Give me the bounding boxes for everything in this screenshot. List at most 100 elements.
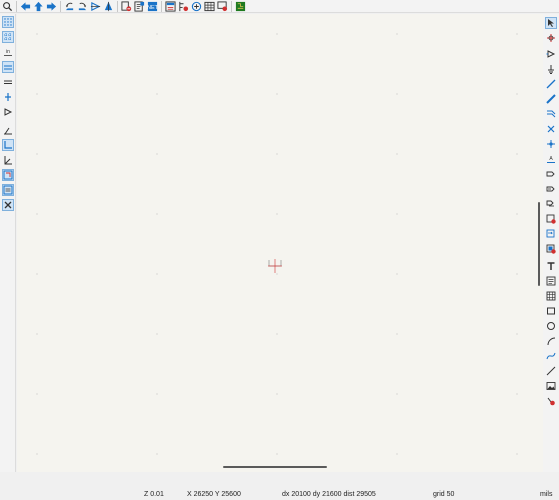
grid-dot bbox=[396, 33, 398, 35]
grid-dot bbox=[156, 273, 158, 275]
grid-dot bbox=[516, 393, 518, 395]
zoom-icon[interactable] bbox=[1, 0, 13, 12]
horizontal-scrollbar[interactable] bbox=[17, 466, 543, 472]
simulator-icon[interactable] bbox=[216, 0, 228, 12]
top-toolbar: NET bbox=[0, 0, 559, 13]
add-bus-icon[interactable] bbox=[545, 93, 557, 105]
delta-readout: dx 20100 dy 21600 dist 29505 bbox=[282, 491, 376, 498]
toolbar-separator bbox=[16, 0, 17, 12]
up-arrow-icon[interactable] bbox=[32, 0, 44, 12]
highlight-net-icon[interactable] bbox=[545, 32, 557, 44]
image-icon[interactable] bbox=[545, 380, 557, 392]
zoom-readout: Z 0.01 bbox=[144, 491, 164, 498]
grid-dot bbox=[516, 213, 518, 215]
hier-label-icon[interactable] bbox=[545, 183, 557, 195]
hidden-pins-icon[interactable] bbox=[2, 106, 14, 118]
toolbar-separator bbox=[161, 0, 162, 12]
toolbar-separator bbox=[60, 0, 61, 12]
add-wire-icon[interactable] bbox=[545, 78, 557, 90]
pin-icon[interactable] bbox=[2, 91, 14, 103]
grid-dot bbox=[276, 213, 278, 215]
grid-dot bbox=[396, 393, 398, 395]
annotate-icon[interactable] bbox=[120, 0, 132, 12]
vertical-scrollbar-thumb[interactable] bbox=[538, 202, 540, 286]
status-bar: Z 0.01 X 26250 Y 25600 dx 20100 dy 21600… bbox=[0, 490, 559, 500]
horizontal-scrollbar-thumb[interactable] bbox=[223, 466, 327, 468]
netlist-icon[interactable]: NET bbox=[146, 0, 158, 12]
hierarchy-icon[interactable] bbox=[2, 169, 14, 181]
grid-dot bbox=[156, 93, 158, 95]
grid-lines-icon[interactable] bbox=[2, 31, 14, 43]
grid-dot bbox=[36, 453, 38, 455]
svg-text:NET: NET bbox=[147, 4, 158, 10]
mirror-v-icon[interactable] bbox=[102, 0, 114, 12]
select-icon[interactable] bbox=[545, 17, 557, 29]
right-toolbar: A bbox=[543, 14, 559, 472]
back-arrow-icon[interactable] bbox=[19, 0, 31, 12]
toolbar-separator bbox=[231, 0, 232, 12]
grid-dot bbox=[396, 273, 398, 275]
grid-dot bbox=[36, 93, 38, 95]
grid-dot bbox=[276, 153, 278, 155]
grid-dot bbox=[516, 453, 518, 455]
grid-dot bbox=[396, 453, 398, 455]
delete-icon[interactable] bbox=[545, 395, 557, 407]
global-label-icon[interactable] bbox=[545, 168, 557, 180]
table-icon[interactable] bbox=[203, 0, 215, 12]
grid-dot bbox=[516, 273, 518, 275]
grid-dot bbox=[396, 93, 398, 95]
line-mode-45-icon[interactable] bbox=[2, 154, 14, 166]
svg-text:A: A bbox=[549, 156, 553, 162]
grid-dot bbox=[276, 33, 278, 35]
grid-dot bbox=[516, 153, 518, 155]
sheet-pin-icon[interactable] bbox=[545, 213, 557, 225]
sheet-import-icon[interactable] bbox=[545, 243, 557, 255]
units-mm-icon[interactable] bbox=[2, 61, 14, 73]
grid-dot bbox=[396, 213, 398, 215]
grid-dot bbox=[276, 333, 278, 335]
arc-icon[interactable] bbox=[545, 335, 557, 347]
erc-icon[interactable] bbox=[133, 0, 145, 12]
cursor-icon[interactable] bbox=[2, 76, 14, 88]
units-inch-icon[interactable]: in bbox=[2, 46, 14, 58]
bom-icon[interactable] bbox=[164, 0, 176, 12]
sheet-icon[interactable] bbox=[545, 198, 557, 210]
footprint-assign-icon[interactable] bbox=[190, 0, 202, 12]
rotate-cw-icon[interactable] bbox=[76, 0, 88, 12]
symbol-editor-icon[interactable] bbox=[177, 0, 189, 12]
junction-icon[interactable] bbox=[545, 138, 557, 150]
cursor-marker bbox=[268, 259, 282, 273]
grid-dot bbox=[156, 153, 158, 155]
schematic-canvas[interactable] bbox=[17, 14, 537, 466]
text-icon[interactable] bbox=[545, 260, 557, 272]
svg-text:in: in bbox=[6, 49, 10, 55]
grid-dot bbox=[516, 93, 518, 95]
bezier-icon[interactable] bbox=[545, 350, 557, 362]
line-icon[interactable] bbox=[545, 365, 557, 377]
grid-dot bbox=[396, 153, 398, 155]
grid-dot bbox=[516, 33, 518, 35]
mirror-h-icon[interactable] bbox=[89, 0, 101, 12]
table-icon[interactable] bbox=[545, 290, 557, 302]
grid-dots-icon[interactable] bbox=[2, 16, 14, 28]
net-label-icon[interactable]: A bbox=[545, 153, 557, 165]
left-toolbar: in bbox=[0, 14, 16, 472]
line-mode-free-icon[interactable] bbox=[2, 124, 14, 136]
rectangle-icon[interactable] bbox=[545, 305, 557, 317]
grid-readout: grid 50 bbox=[433, 491, 455, 498]
grid-dot bbox=[36, 333, 38, 335]
bus-entry-icon[interactable] bbox=[545, 108, 557, 120]
properties-icon[interactable] bbox=[2, 184, 14, 196]
rotate-ccw-icon[interactable] bbox=[63, 0, 75, 12]
grid-dot bbox=[36, 213, 38, 215]
add-symbol-icon[interactable] bbox=[545, 48, 557, 60]
tools-icon[interactable] bbox=[2, 199, 14, 211]
forward-arrow-icon[interactable] bbox=[45, 0, 57, 12]
no-connect-icon[interactable] bbox=[545, 123, 557, 135]
circle-icon[interactable] bbox=[545, 320, 557, 332]
pcb-editor-icon[interactable] bbox=[234, 0, 246, 12]
import-sheet-pin-icon[interactable] bbox=[545, 228, 557, 240]
textbox-icon[interactable] bbox=[545, 275, 557, 287]
line-mode-90-icon[interactable] bbox=[2, 139, 14, 151]
add-power-icon[interactable] bbox=[545, 63, 557, 75]
